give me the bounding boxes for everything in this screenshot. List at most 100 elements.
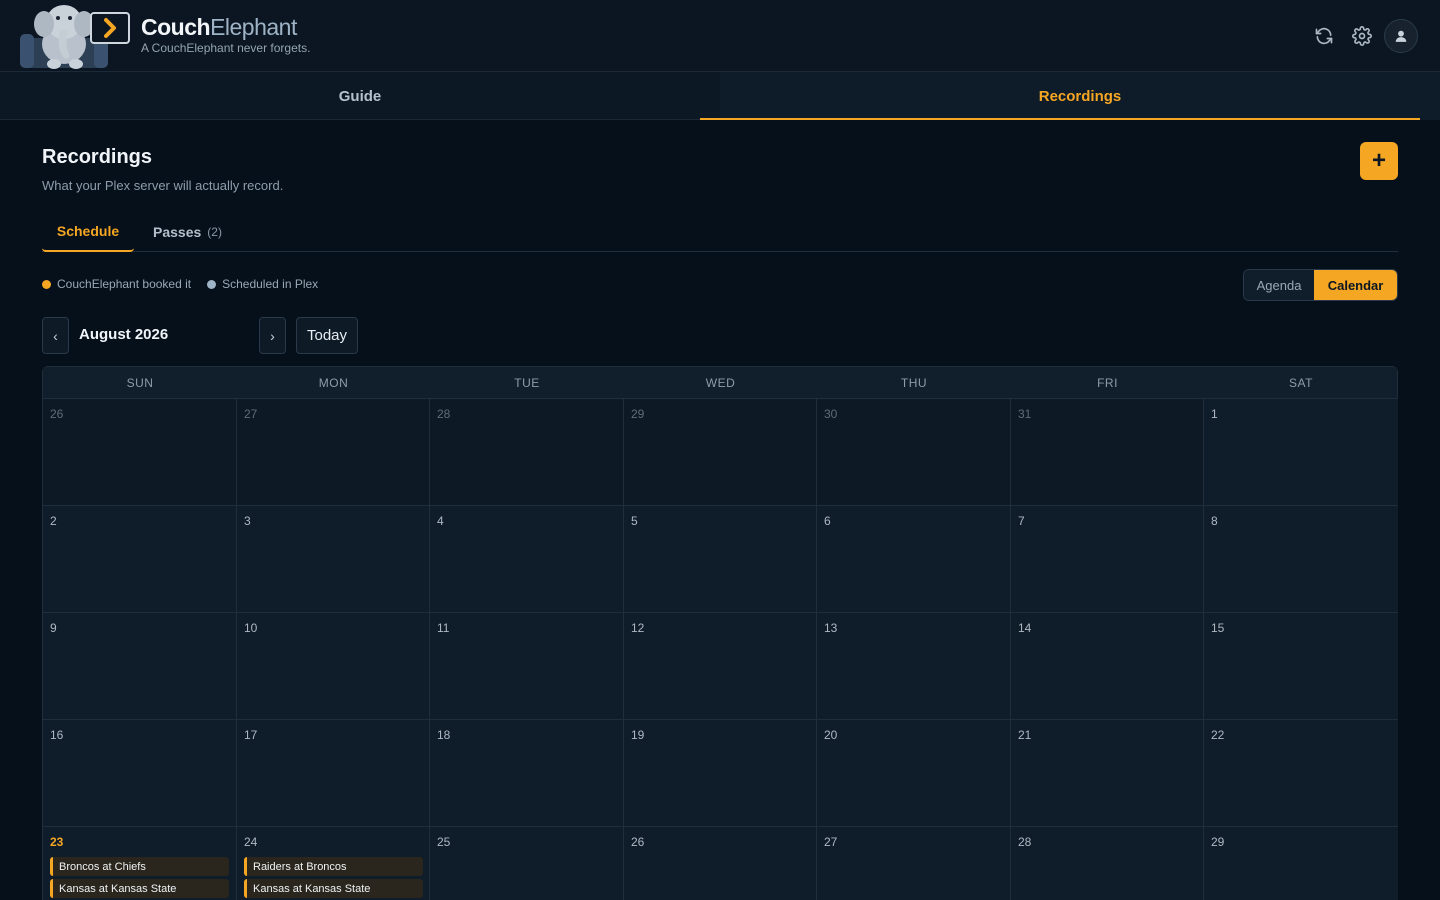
- active-tab-indicator: [700, 118, 1420, 120]
- calendar-day-cell[interactable]: 31: [1011, 399, 1204, 506]
- chevron-right-icon: ›: [270, 327, 275, 344]
- day-number: 17: [244, 728, 258, 742]
- day-number: 20: [824, 728, 838, 742]
- legend: CouchElephant booked it Scheduled in Ple…: [42, 277, 334, 291]
- day-number: 9: [50, 621, 57, 635]
- calendar-day-cell[interactable]: 8: [1204, 506, 1398, 613]
- day-number: 30: [824, 407, 838, 421]
- day-number: 19: [631, 728, 645, 742]
- legend-plex: Scheduled in Plex: [207, 277, 318, 291]
- calendar-day-cell[interactable]: 2: [43, 506, 237, 613]
- calendar-day-cell[interactable]: 10: [237, 613, 430, 720]
- recording-event[interactable]: Raiders at Broncos: [244, 857, 423, 876]
- prev-month-button[interactable]: ‹: [42, 317, 69, 354]
- calendar-day-cell[interactable]: 27: [817, 827, 1011, 900]
- legend-plex-label: Scheduled in Plex: [222, 277, 319, 291]
- calendar-day-cell[interactable]: 15: [1204, 613, 1398, 720]
- calendar-day-cell[interactable]: 30: [817, 399, 1011, 506]
- day-number: 28: [437, 407, 451, 421]
- calendar-day-cell[interactable]: 28: [1011, 827, 1204, 900]
- day-number: 29: [1211, 835, 1225, 849]
- calendar-day-cell[interactable]: 27: [237, 399, 430, 506]
- user-icon: [1395, 30, 1407, 42]
- calendar-day-cell[interactable]: 7: [1011, 506, 1204, 613]
- day-number: 25: [437, 835, 451, 849]
- day-number: 8: [1211, 514, 1218, 528]
- calendar-day-cell[interactable]: 9: [43, 613, 237, 720]
- calendar-day-cell[interactable]: 6: [817, 506, 1011, 613]
- calendar-day-cell[interactable]: 29: [1204, 827, 1398, 900]
- calendar-day-cell[interactable]: 12: [624, 613, 817, 720]
- day-number: 3: [244, 514, 251, 528]
- day-number: 22: [1211, 728, 1225, 742]
- day-number: 18: [437, 728, 451, 742]
- plus-icon: +: [1371, 147, 1386, 174]
- day-number: 7: [1018, 514, 1025, 528]
- day-number: 5: [631, 514, 638, 528]
- calendar-day-cell[interactable]: 20: [817, 720, 1011, 827]
- day-number: 6: [824, 514, 831, 528]
- passes-count: (2): [207, 225, 222, 239]
- app-name-part2: Elephant: [210, 14, 297, 40]
- recording-event[interactable]: Kansas at Kansas State: [50, 879, 229, 898]
- day-number: 10: [244, 621, 258, 635]
- calendar-day-cell[interactable]: 24 Raiders at Broncos Kansas at Kansas Sta…: [237, 827, 430, 900]
- calendar-day-cell[interactable]: 26: [43, 399, 237, 506]
- day-number: 15: [1211, 621, 1225, 635]
- day-number: 4: [437, 514, 444, 528]
- tab-passes-label: Passes: [153, 224, 202, 240]
- legend-booked: CouchElephant booked it: [42, 277, 191, 291]
- weekday-fri: FRI: [1097, 376, 1118, 390]
- tab-recordings[interactable]: Recordings: [720, 72, 1440, 120]
- brand: CouchElephant A CouchElephant never forg…: [141, 13, 310, 55]
- calendar-day-cell[interactable]: 29: [624, 399, 817, 506]
- weekday-tue: TUE: [514, 376, 540, 390]
- weekday-sun: SUN: [126, 376, 154, 390]
- calendar-day-cell[interactable]: 1: [1204, 399, 1398, 506]
- calendar-day-cell[interactable]: 16: [43, 720, 237, 827]
- recording-event[interactable]: Broncos at Chiefs: [50, 857, 229, 876]
- subtabs-divider: [42, 251, 1398, 252]
- add-recording-button[interactable]: +: [1360, 142, 1398, 180]
- agenda-view-button[interactable]: Agenda: [1244, 270, 1315, 300]
- gear-icon[interactable]: [1348, 22, 1376, 50]
- user-avatar-button[interactable]: [1384, 19, 1418, 53]
- booked-dot-icon: [42, 279, 51, 289]
- calendar-day-cell[interactable]: 3: [237, 506, 430, 613]
- app-tagline: A CouchElephant never forgets.: [141, 41, 311, 55]
- app-name: CouchElephant: [141, 13, 310, 41]
- day-number: 23: [50, 835, 64, 849]
- calendar-day-cell[interactable]: 19: [624, 720, 817, 827]
- calendar-day-cell[interactable]: 5: [624, 506, 817, 613]
- app-name-part1: Couch: [141, 14, 211, 40]
- elephant-logo[interactable]: [20, 0, 132, 72]
- tab-passes[interactable]: Passes (2): [153, 212, 222, 252]
- calendar-day-cell[interactable]: 28: [430, 399, 624, 506]
- weekday-mon: MON: [318, 376, 349, 390]
- calendar-day-cell[interactable]: 23 Broncos at Chiefs Kansas at Kansas Stat…: [43, 827, 237, 900]
- today-button[interactable]: Today: [296, 317, 358, 354]
- calendar-day-cell[interactable]: 14: [1011, 613, 1204, 720]
- weekday-header: SUN MON TUE WED THU FRI SAT: [43, 367, 1397, 399]
- calendar-day-cell[interactable]: 17: [237, 720, 430, 827]
- calendar-day-cell[interactable]: 11: [430, 613, 624, 720]
- day-number: 11: [437, 621, 450, 635]
- calendar-day-cell[interactable]: 13: [817, 613, 1011, 720]
- calendar-day-cell[interactable]: 21: [1011, 720, 1204, 827]
- weekday-thu: THU: [900, 376, 928, 390]
- calendar-view-button[interactable]: Calendar: [1314, 270, 1397, 300]
- tab-schedule[interactable]: Schedule: [42, 212, 134, 252]
- calendar-day-cell[interactable]: 4: [430, 506, 624, 613]
- calendar-day-cell[interactable]: 25: [430, 827, 624, 900]
- page-title: Recordings: [42, 146, 153, 168]
- month-calendar: SUN MON TUE WED THU FRI SAT 26 27 28 29 30 31 1 2 3 4 5 6…: [42, 366, 1398, 900]
- calendar-day-cell[interactable]: 26: [624, 827, 817, 900]
- recording-event[interactable]: Kansas at Kansas State: [244, 879, 423, 898]
- calendar-day-cell[interactable]: 18: [430, 720, 624, 827]
- month-label: August 2026: [79, 326, 169, 343]
- day-number: 29: [631, 407, 645, 421]
- calendar-day-cell[interactable]: 22: [1204, 720, 1398, 827]
- next-month-button[interactable]: ›: [259, 317, 286, 354]
- refresh-icon[interactable]: [1310, 22, 1338, 50]
- tab-guide[interactable]: Guide: [0, 72, 720, 120]
